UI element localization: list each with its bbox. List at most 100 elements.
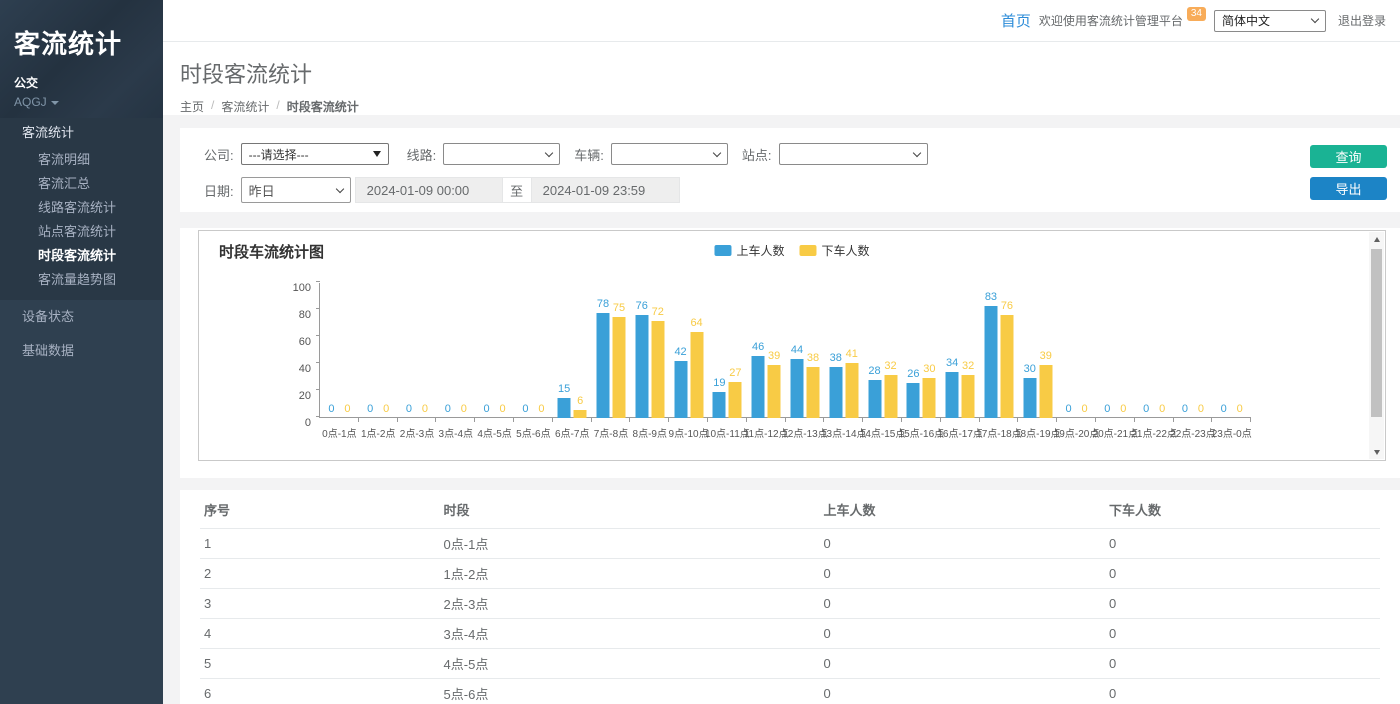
x-tick-mark <box>1250 418 1251 422</box>
bar-value-label: 72 <box>652 306 664 318</box>
legend-label: 下车人数 <box>822 242 870 259</box>
bar-pair: 00 <box>1101 283 1130 418</box>
bar-pair: 4438 <box>790 283 819 418</box>
breadcrumb-link[interactable]: 主页 <box>180 98 204 115</box>
home-link[interactable]: 首页 <box>1001 10 1031 31</box>
date-end-input[interactable]: 2024-01-09 23:59 <box>531 177 680 203</box>
bar-column: 30 <box>1023 283 1036 418</box>
vehicle-select[interactable] <box>611 143 728 165</box>
bar-pair: 7672 <box>635 283 664 418</box>
bar-pair: 156 <box>558 283 587 418</box>
scroll-down-arrow-icon[interactable] <box>1369 445 1384 459</box>
query-button[interactable]: 查询 <box>1310 145 1387 168</box>
x-tick-mark <box>1134 418 1135 422</box>
bar-value-label: 26 <box>907 368 919 380</box>
y-tick-label: 20 <box>299 390 311 402</box>
sidebar-group-passenger-stats: 客流统计 客流明细客流汇总线路客流统计站点客流统计时段客流统计客流量趋势图 <box>0 118 163 300</box>
x-tick-mark <box>591 418 592 422</box>
notification-badge: 34 <box>1187 7 1206 21</box>
table-cell: 0 <box>819 589 1105 619</box>
chart-plot: 020406080100 000点-1点001点-2点002点-3点003点-4… <box>319 283 1251 418</box>
bar <box>806 367 819 418</box>
bar-group: 263015点-16点 <box>902 283 941 418</box>
station-select[interactable] <box>779 143 928 165</box>
table-cell: 4点-5点 <box>440 649 820 679</box>
bar <box>845 363 858 418</box>
table-row: 21点-2点00 <box>200 559 1380 589</box>
date-start-input[interactable]: 2024-01-09 00:00 <box>355 177 503 203</box>
chart-box: 时段车流统计图 上车人数下车人数 020406080100 000点-1点001… <box>198 230 1386 461</box>
date-preset-select[interactable]: 昨日 <box>241 177 351 203</box>
chart-title: 时段车流统计图 <box>219 241 324 262</box>
sidebar-item-device-status[interactable]: 设备状态 <box>0 300 163 334</box>
breadcrumb-link[interactable]: 客流统计 <box>221 98 269 115</box>
export-button[interactable]: 导出 <box>1310 177 1387 200</box>
line-select[interactable] <box>443 143 560 165</box>
bar-pair: 00 <box>519 283 548 418</box>
sidebar-submenu: 客流明细客流汇总线路客流统计站点客流统计时段客流统计客流量趋势图 <box>0 148 163 292</box>
x-tick-mark <box>1211 418 1212 422</box>
scrollbar-thumb[interactable] <box>1371 249 1382 417</box>
bar-column: 38 <box>829 283 842 418</box>
bar-column: 0 <box>1233 283 1246 418</box>
bar-pair: 00 <box>480 283 509 418</box>
bar <box>1023 378 1036 419</box>
bar-value-label: 0 <box>383 403 389 415</box>
x-tick-mark <box>785 418 786 422</box>
bar-value-label: 0 <box>445 403 451 415</box>
sidebar-subitem[interactable]: 线路客流统计 <box>0 196 163 220</box>
table-cell: 1 <box>200 529 440 559</box>
legend-item[interactable]: 下车人数 <box>800 242 870 259</box>
bar-column: 0 <box>1156 283 1169 418</box>
user-dropdown[interactable]: AQGJ <box>14 95 149 109</box>
bar-pair: 4264 <box>674 283 703 418</box>
bar <box>1039 365 1052 418</box>
y-tick-label: 60 <box>299 336 311 348</box>
bar-value-label: 0 <box>406 403 412 415</box>
bar-pair: 3841 <box>829 283 858 418</box>
bar-pair: 00 <box>1062 283 1091 418</box>
sidebar-subitem[interactable]: 站点客流统计 <box>0 220 163 244</box>
bar-group: 1566点-7点 <box>553 283 592 418</box>
station-label: 站点: <box>742 145 772 164</box>
bar-value-label: 0 <box>344 403 350 415</box>
company-select-value: ---请选择--- <box>249 146 309 163</box>
table-cell: 2点-3点 <box>440 589 820 619</box>
bar-value-label: 0 <box>522 403 528 415</box>
bar-group: 0022点-23点 <box>1174 283 1213 418</box>
language-select[interactable]: 简体中文 <box>1214 10 1326 32</box>
sidebar-subitem[interactable]: 客流明细 <box>0 148 163 172</box>
bar-column: 44 <box>790 283 803 418</box>
sidebar-subitem[interactable]: 客流量趋势图 <box>0 268 163 292</box>
bar-value-label: 32 <box>962 360 974 372</box>
table-cell: 3点-4点 <box>440 619 820 649</box>
scroll-up-arrow-icon[interactable] <box>1369 232 1384 246</box>
legend-item[interactable]: 上车人数 <box>714 242 784 259</box>
table-row: 10点-1点00 <box>200 529 1380 559</box>
bar-value-label: 39 <box>768 350 780 362</box>
bar <box>790 359 803 418</box>
bar <box>1000 315 1013 418</box>
sidebar-item-passenger-stats[interactable]: 客流统计 <box>0 118 163 148</box>
caret-down-icon <box>51 101 59 105</box>
bar-group: 002点-3点 <box>398 283 437 418</box>
x-tick-label: 5点-6点 <box>516 425 550 440</box>
bar-pair: 3432 <box>946 283 975 418</box>
table-header-row: 序号 时段 上车人数 下车人数 <box>200 490 1380 529</box>
bar-column: 0 <box>325 283 338 418</box>
bar-column: 42 <box>674 283 687 418</box>
chart-scrollbar[interactable] <box>1369 232 1384 459</box>
table-cell: 4 <box>200 619 440 649</box>
logout-link[interactable]: 退出登录 <box>1338 12 1386 29</box>
x-tick-mark <box>1173 418 1174 422</box>
bar <box>923 378 936 419</box>
y-tick-label: 80 <box>299 309 311 321</box>
bar-pair: 7875 <box>596 283 625 418</box>
bar <box>962 375 975 418</box>
sidebar-item-base-data[interactable]: 基础数据 <box>0 334 163 368</box>
sidebar-subitem[interactable]: 客流汇总 <box>0 172 163 196</box>
company-select[interactable]: ---请选择--- <box>241 143 389 165</box>
table-cell: 0 <box>819 529 1105 559</box>
sidebar-subitem[interactable]: 时段客流统计 <box>0 244 163 268</box>
bar-pair: 4639 <box>752 283 781 418</box>
